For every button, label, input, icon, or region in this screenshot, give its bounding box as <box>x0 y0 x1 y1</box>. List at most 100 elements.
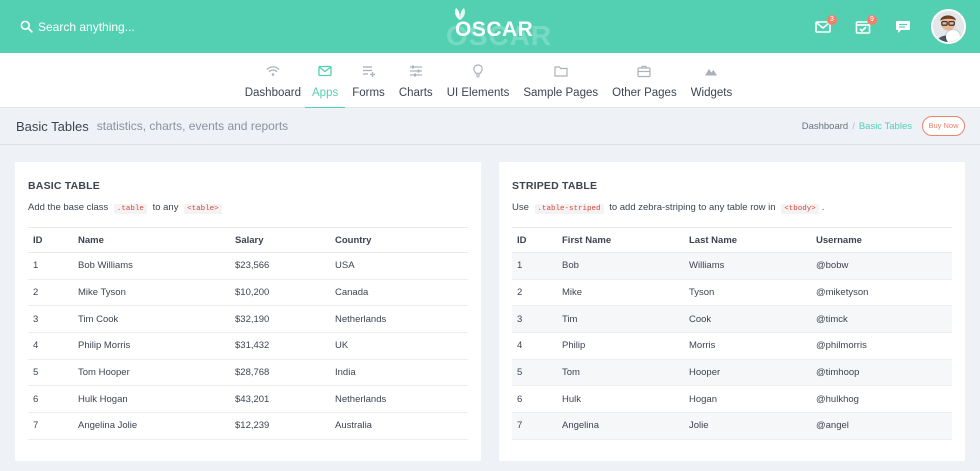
table-cell: Philip <box>557 332 684 360</box>
striped-table: ID First Name Last Name Username 1 Bob Wil… <box>512 227 952 440</box>
desc-text: to any <box>152 202 179 213</box>
page-header: Basic Tables statistics, charts, events … <box>0 108 980 145</box>
table-cell: Australia <box>330 412 468 440</box>
code-snippet: <table> <box>184 204 222 214</box>
card-title: BASIC TABLE <box>28 180 101 192</box>
table-cell: $12,239 <box>230 412 330 440</box>
code-snippet: .table-striped <box>534 204 604 214</box>
logo[interactable]: OSCAR OSCAR <box>446 6 551 51</box>
top-bar: OSCAR OSCAR 3 9 <box>0 0 980 53</box>
table-cell: 3 <box>512 305 557 334</box>
nav-sample-pages[interactable]: Sample Pages <box>516 53 605 108</box>
table-row: 4 Philip Morris @philmorris <box>512 332 952 360</box>
breadcrumb: Dashboard / Basic Tables <box>802 121 912 132</box>
table-cell: 7 <box>28 412 73 440</box>
table-cell: 1 <box>28 252 73 280</box>
table-cell: Morris <box>684 332 811 360</box>
table-cell: 1 <box>512 252 557 280</box>
table-cell: @timhoop <box>811 359 952 387</box>
page-title: Basic Tables <box>16 118 89 134</box>
desc-text: to add zebra-striping to any table row i… <box>609 202 776 213</box>
nav-label: Forms <box>352 87 385 99</box>
tasks-badge: 9 <box>867 14 877 25</box>
nav-apps[interactable]: Apps <box>305 53 346 109</box>
table-cell: $31,432 <box>230 332 330 360</box>
table-row: 2 Mike Tyson @miketyson <box>512 279 952 307</box>
logo-text: OSCAR <box>455 18 534 41</box>
table-cell: Williams <box>684 252 811 280</box>
nav-label: Widgets <box>690 87 733 99</box>
chat-button[interactable] <box>895 20 911 34</box>
table-row: 1 Bob Williams $23,566 USA <box>28 252 468 280</box>
nav-widgets[interactable]: Widgets <box>684 53 740 108</box>
nav-label: Apps <box>312 87 339 99</box>
table-cell: Bob Williams <box>73 252 230 280</box>
tasks-notifications[interactable]: 9 <box>855 14 877 34</box>
nav-forms[interactable]: Forms <box>345 53 392 108</box>
table-row: 3 Tim Cook @timck <box>512 305 952 334</box>
code-snippet: .table <box>113 204 147 214</box>
nav-label: Other Pages <box>612 87 677 99</box>
table-cell: Hooper <box>684 359 811 387</box>
buy-now-button[interactable]: Buy Now <box>922 116 965 136</box>
nav-dashboard[interactable]: Dashboard <box>241 53 305 108</box>
table-cell: Jolie <box>684 412 811 440</box>
nav-ui-elements[interactable]: UI Elements <box>440 53 517 108</box>
table-cell: 2 <box>28 279 73 307</box>
table-row: 6 Hulk Hogan @hulkhog <box>512 385 952 414</box>
table-cell: Hulk <box>557 385 684 414</box>
column-header: ID <box>512 227 557 253</box>
main-nav: Dashboard Apps Forms Charts UI Elements … <box>0 53 980 109</box>
breadcrumb-home[interactable]: Dashboard <box>802 121 848 132</box>
table-row: 3 Tim Cook $32,190 Netherlands <box>28 305 468 334</box>
table-cell: @timck <box>811 305 952 334</box>
table-header-row: ID First Name Last Name Username <box>512 227 952 253</box>
column-header: Last Name <box>684 227 811 253</box>
table-row: 5 Tom Hooper @timhoop <box>512 359 952 387</box>
column-header: Username <box>811 227 952 253</box>
table-cell: UK <box>330 332 468 360</box>
mail-badge: 3 <box>827 14 837 25</box>
table-cell: Canada <box>330 279 468 307</box>
column-header: ID <box>28 227 73 253</box>
briefcase-icon <box>637 65 652 78</box>
code-snippet: <tbody> <box>781 204 819 214</box>
desc-text: . <box>821 202 825 213</box>
column-header: Name <box>73 227 230 253</box>
card-description: Use .table-striped to add zebra-striping… <box>512 202 825 214</box>
table-row: 5 Tom Hooper $28,768 India <box>28 359 468 387</box>
card-description: Add the base class .table to any <table> <box>28 202 225 214</box>
table-cell: Netherlands <box>330 385 468 414</box>
table-cell: 4 <box>28 332 73 360</box>
table-cell: $28,768 <box>230 359 330 387</box>
table-cell: USA <box>330 252 468 280</box>
avatar[interactable] <box>931 9 966 44</box>
mail-notifications[interactable]: 3 <box>815 14 837 34</box>
table-cell: Mike Tyson <box>73 279 230 307</box>
folder-icon <box>554 66 568 77</box>
striped-table-card: STRIPED TABLE Use .table-striped to add … <box>499 162 965 461</box>
avatar-dropdown-badge[interactable] <box>946 30 960 42</box>
basic-table: ID Name Salary Country 1 Bob Williams $23,… <box>28 227 468 440</box>
table-cell: India <box>330 359 468 387</box>
table-cell: 7 <box>512 412 557 440</box>
table-cell: Hulk Hogan <box>73 385 230 414</box>
table-cell: Cook <box>684 305 811 334</box>
basic-table-card: BASIC TABLE Add the base class .table to… <box>15 162 481 461</box>
table-cell: 3 <box>28 305 73 334</box>
table-row: 7 Angelina Jolie $12,239 Australia <box>28 412 468 440</box>
nav-charts[interactable]: Charts <box>392 53 440 108</box>
search-icon <box>20 20 33 33</box>
table-cell: Bob <box>557 252 684 280</box>
table-cell: Tim Cook <box>73 305 230 334</box>
search-box[interactable] <box>20 19 188 34</box>
nav-other-pages[interactable]: Other Pages <box>605 53 684 108</box>
column-header: Country <box>330 227 468 253</box>
table-cell: @angel <box>811 412 952 440</box>
table-cell: $32,190 <box>230 305 330 334</box>
nav-label: Charts <box>398 87 433 99</box>
table-cell: Tyson <box>684 279 811 307</box>
table-cell: @bobw <box>811 252 952 280</box>
table-cell: $23,566 <box>230 252 330 280</box>
search-input[interactable] <box>38 19 188 34</box>
